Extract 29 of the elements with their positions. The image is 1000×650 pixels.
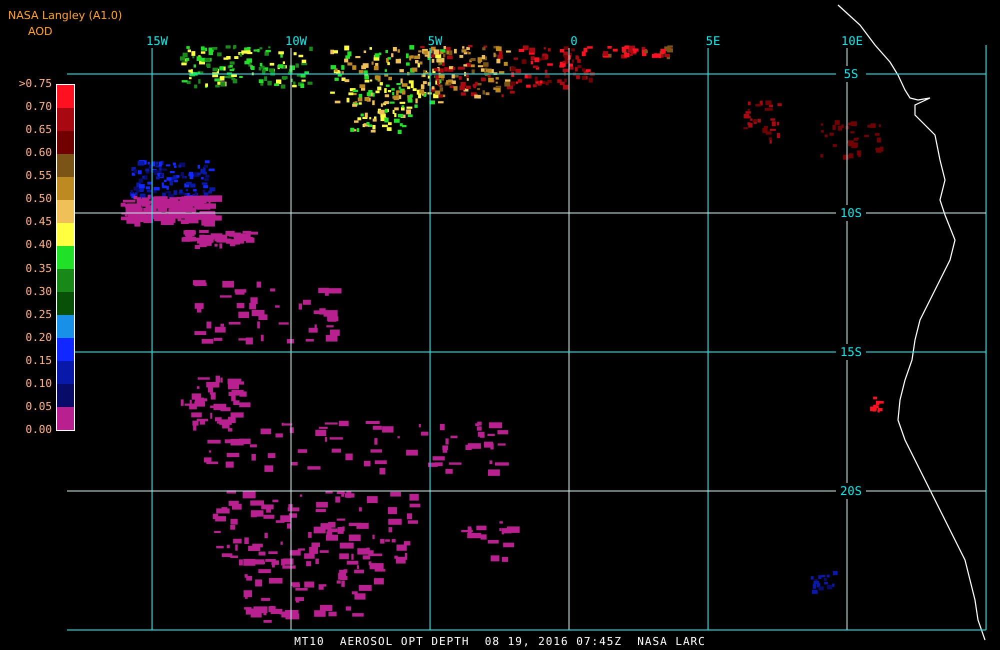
scale-label: 0.65 bbox=[24, 124, 52, 136]
latitude-label: 5S bbox=[844, 67, 858, 81]
image-caption: MT10 AEROSOL OPT DEPTH 08 19, 2016 07:45Z NASA LARC bbox=[294, 635, 706, 649]
scale-label: 0.10 bbox=[24, 378, 52, 390]
scale-label: 0.55 bbox=[24, 170, 52, 182]
longitude-label: 15W bbox=[146, 34, 168, 48]
scale-label: 0.70 bbox=[24, 101, 52, 114]
scale-label: >0.75 bbox=[18, 78, 52, 90]
scale-label: 0.35 bbox=[24, 262, 52, 274]
scale-label: 0.05 bbox=[24, 400, 52, 413]
latitude-label: 15S bbox=[840, 345, 862, 359]
longitude-label: 10E bbox=[841, 34, 863, 48]
scale-label: 0.20 bbox=[24, 332, 52, 344]
longitude-label: 5E bbox=[706, 34, 720, 48]
scale-label: 0.50 bbox=[24, 193, 52, 206]
longitude-label: 0 bbox=[570, 34, 578, 48]
longitude-label: 5W bbox=[428, 34, 442, 48]
longitude-label: 10W bbox=[285, 34, 307, 48]
scale-label: 0.15 bbox=[24, 354, 52, 367]
scale-label: 0.40 bbox=[24, 239, 52, 252]
product-title: NASA Langley (A1.0) bbox=[8, 8, 122, 24]
unit-label: AOD bbox=[27, 24, 54, 40]
scale-label: 0.45 bbox=[24, 216, 52, 228]
scale-label: 0.00 bbox=[24, 424, 52, 436]
scale-label: 0.30 bbox=[24, 286, 52, 298]
latitude-label: 20S bbox=[840, 484, 862, 498]
scale-label: 0.60 bbox=[24, 147, 52, 160]
latitude-label: 10S bbox=[840, 206, 862, 220]
scale-label: 0.25 bbox=[24, 308, 52, 321]
